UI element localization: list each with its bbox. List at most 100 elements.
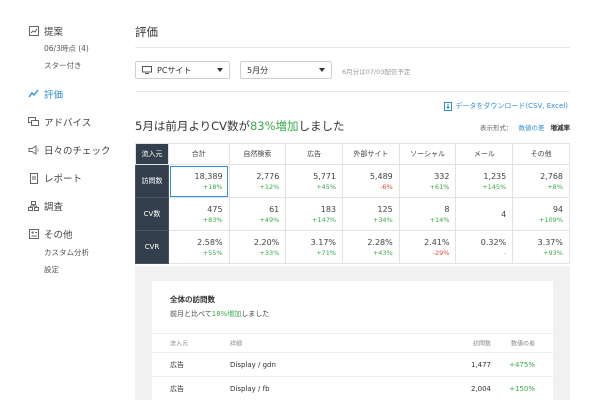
cell-value: 2.41%: [424, 237, 450, 247]
card-subtitle-pre: 前月と比べて: [170, 310, 212, 318]
headline-pre: 5月は前月よりCV数が: [135, 119, 250, 133]
format-option-rate[interactable]: 増減率: [551, 124, 571, 132]
table-row[interactable]: 広告 Display / gdn 1,477 +475%: [152, 353, 553, 377]
col-header: 外部サイト: [342, 143, 400, 165]
main-content: 評価 PCサイト 5月分 6月分は07/03配信予定 データをダウンロード(CS…: [135, 0, 570, 400]
cell-change: +71%: [316, 248, 337, 257]
sidebar-item-label: アドバイス: [44, 118, 92, 129]
stats-cell[interactable]: 475 +83%: [168, 197, 230, 231]
cell-change: -: [503, 248, 507, 257]
cell-value: 2.28%: [367, 237, 393, 247]
headline-highlight: 83%増加: [249, 119, 299, 133]
stats-cell[interactable]: 1,235 +145%: [455, 164, 514, 198]
cell-change: +8%: [547, 182, 563, 191]
sidebar-item-evaluation[interactable]: 評価: [28, 87, 63, 101]
page-title: 評価: [135, 25, 158, 39]
stats-cell[interactable]: 2,776 +12%: [228, 164, 287, 198]
cell-change: +43%: [372, 248, 393, 257]
stats-cell[interactable]: 3.17% +71%: [285, 230, 344, 264]
stats-cell[interactable]: 5,771 +45%: [285, 164, 344, 198]
document-icon: [28, 172, 39, 184]
summary-headline: 5月は前月よりCV数が83%増加しました: [135, 118, 345, 134]
stats-cell[interactable]: 18,389 +18%: [168, 164, 230, 198]
cell-change: +33%: [259, 248, 280, 257]
format-option-diff[interactable]: 数値の差: [519, 124, 545, 132]
sidebar-sub-settings[interactable]: 設定: [44, 264, 59, 275]
cell-value: 8: [444, 204, 450, 214]
cell-change: +12%: [259, 182, 280, 191]
row-detail: Display / gdn: [230, 360, 276, 369]
stats-cell[interactable]: 183 +147%: [285, 197, 344, 231]
stats-cell[interactable]: 0.32% -: [455, 230, 514, 264]
megaphone-icon: [28, 145, 39, 156]
month-select[interactable]: 5月分: [240, 61, 332, 79]
cell-value: 94: [552, 204, 563, 214]
sidebar-item-survey[interactable]: 調査: [28, 199, 63, 213]
cell-value: 5,771: [313, 171, 337, 181]
sidebar-item-advice[interactable]: アドバイス: [28, 115, 91, 129]
row-source: 広告: [170, 384, 184, 393]
col-header: 広告: [285, 143, 344, 165]
cell-change: -6%: [380, 182, 393, 191]
cell-change: +93%: [543, 248, 563, 257]
chat-bubbles-icon: [28, 117, 39, 128]
stats-cell[interactable]: 2,768 +8%: [512, 164, 570, 198]
stats-cell[interactable]: 2.28% +43%: [342, 230, 400, 264]
sidebar-item-proposals[interactable]: 提案: [28, 24, 63, 38]
monitor-icon: [142, 66, 152, 74]
stats-cell[interactable]: 4: [455, 197, 514, 231]
col-header: その他: [512, 143, 570, 165]
cell-value: 0.32%: [480, 237, 507, 247]
col-header-detail: 詳細: [230, 340, 243, 348]
sidebar-item-label: その他: [44, 230, 73, 241]
sidebar-sub-custom-analysis[interactable]: カスタム分析: [44, 247, 89, 258]
stats-cell[interactable]: 2.41% -29%: [398, 230, 457, 264]
stats-cell[interactable]: 8 +14%: [398, 197, 457, 231]
cell-value: 125: [377, 204, 393, 214]
table-row[interactable]: 広告 Display / fb 2,004 +150%: [152, 377, 553, 400]
cell-change: +61%: [429, 182, 450, 191]
cell-change: +45%: [316, 182, 337, 191]
cell-value: 1,235: [483, 171, 507, 181]
row-visits: 2,004: [470, 384, 491, 393]
stats-cell[interactable]: 94 +109%: [512, 197, 570, 231]
chevron-down-icon: [319, 68, 325, 72]
col-header-source: 流入元: [170, 340, 189, 348]
site-select[interactable]: PCサイト: [135, 61, 230, 79]
cell-value: 2,768: [540, 171, 563, 181]
cell-value: 2.58%: [197, 237, 223, 247]
sidebar-sub-pending[interactable]: 06/3時点 (4): [44, 43, 89, 54]
row-header: CV数: [135, 197, 169, 231]
cell-value: 332: [434, 171, 450, 181]
download-link[interactable]: データをダウンロード(CSV, Excel): [444, 101, 568, 111]
col-header: ソーシャル: [398, 143, 457, 165]
stats-cell[interactable]: 5,489 -6%: [342, 164, 400, 198]
row-source: 広告: [170, 360, 184, 369]
sidebar-item-other[interactable]: その他: [28, 227, 73, 241]
stats-cell[interactable]: 125 +34%: [342, 197, 400, 231]
stats-cell[interactable]: 2.20% +33%: [228, 230, 287, 264]
sidebar-item-label: 調査: [44, 202, 64, 213]
sitemap-icon: [28, 201, 39, 212]
stats-cell[interactable]: 2.58% +55%: [168, 230, 230, 264]
card-table-header: 流入元 詳細 訪問数 数値の差: [152, 333, 553, 353]
stats-cell[interactable]: 332 +61%: [398, 164, 457, 198]
cell-change: +14%: [429, 215, 450, 224]
cell-value: 183: [320, 204, 337, 214]
sidebar-sub-starred[interactable]: スター付き: [44, 60, 82, 71]
sidebar-item-daily-check[interactable]: 日々のチェック: [28, 143, 111, 157]
grid-box-icon: [28, 229, 39, 240]
month-select-value: 5月分: [247, 65, 269, 75]
col-header: メール: [455, 143, 514, 165]
delivery-note: 6月分は07/03配信予定: [342, 68, 411, 76]
sidebar-item-report[interactable]: レポート: [28, 171, 82, 185]
download-file-icon: [444, 101, 453, 111]
sidebar-item-label: 提案: [44, 27, 64, 38]
card-subtitle-highlight: 18%増加: [211, 310, 242, 318]
headline-post: しました: [298, 119, 345, 133]
stats-cell[interactable]: 61 +49%: [228, 197, 287, 231]
stats-row: CV数 475 +83% 61 +49% 183 +147% 125 +34% 8 +14% 4 94 +…: [135, 197, 570, 231]
cell-change: +83%: [202, 215, 223, 224]
display-format: 表示形式： 数値の差 増減率: [480, 122, 570, 132]
stats-cell[interactable]: 3.37% +93%: [512, 230, 570, 264]
